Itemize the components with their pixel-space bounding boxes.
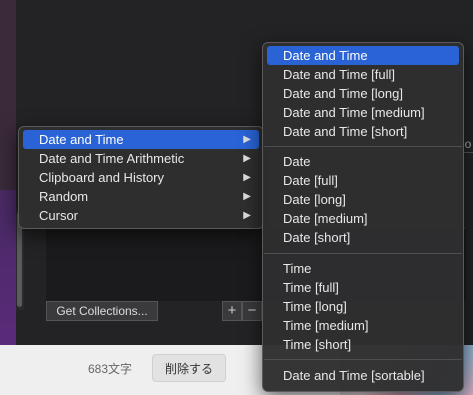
submenu-item-time-full[interactable]: Time [full]	[267, 278, 459, 297]
delete-button[interactable]: 削除する	[152, 354, 226, 382]
menu-separator	[264, 359, 462, 360]
submenu-item-time-medium[interactable]: Time [medium]	[267, 316, 459, 335]
menu-item-cursor[interactable]: Cursor ▶	[23, 206, 259, 225]
submenu-item-date-full[interactable]: Date [full]	[267, 171, 459, 190]
submenu-item-date-long[interactable]: Date [long]	[267, 190, 459, 209]
submenu-arrow-icon: ▶	[243, 134, 251, 145]
menu-item-clipboard-and-history[interactable]: Clipboard and History ▶	[23, 168, 259, 187]
menu-item-label: Date and Time Arithmetic	[39, 151, 185, 166]
submenu-arrow-icon: ▶	[243, 172, 251, 183]
submenu-item-date-short[interactable]: Date [short]	[267, 228, 459, 247]
submenu-item-date-and-time-short[interactable]: Date and Time [short]	[267, 122, 459, 141]
menu-item-label: Cursor	[39, 208, 79, 223]
submenu-item-date-and-time-long[interactable]: Date and Time [long]	[267, 84, 459, 103]
submenu-arrow-icon: ▶	[243, 210, 251, 221]
submenu-item-time-long[interactable]: Time [long]	[267, 297, 459, 316]
submenu-item-date-medium[interactable]: Date [medium]	[267, 209, 459, 228]
menu-separator	[264, 253, 462, 254]
submenu-item-date-and-time-sortable[interactable]: Date and Time [sortable]	[267, 366, 459, 385]
submenu-item-date[interactable]: Date	[267, 152, 459, 171]
background-left-strip-top	[0, 0, 16, 190]
submenu-item-time[interactable]: Time	[267, 259, 459, 278]
menu-item-label: Random	[39, 189, 89, 204]
menu-separator	[264, 146, 462, 147]
submenu-item-date-and-time-medium[interactable]: Date and Time [medium]	[267, 103, 459, 122]
submenu-arrow-icon: ▶	[243, 191, 251, 202]
submenu-item-date-and-time[interactable]: Date and Time	[267, 46, 459, 65]
submenu-item-time-short[interactable]: Time [short]	[267, 335, 459, 354]
remove-button[interactable]: −	[242, 301, 262, 321]
date-time-submenu: Date and Time Date and Time [full] Date …	[262, 42, 464, 392]
menu-item-label: Clipboard and History	[39, 170, 165, 185]
submenu-arrow-icon: ▶	[243, 153, 251, 164]
menu-item-label: Date and Time	[39, 132, 124, 147]
get-collections-button[interactable]: Get Collections...	[46, 301, 158, 321]
menu-item-random[interactable]: Random ▶	[23, 187, 259, 206]
submenu-item-date-and-time-full[interactable]: Date and Time [full]	[267, 65, 459, 84]
character-count: 683文字	[88, 362, 133, 376]
menu-item-date-and-time[interactable]: Date and Time ▶	[23, 130, 259, 149]
add-button[interactable]: +	[222, 301, 242, 321]
context-menu: Date and Time ▶ Date and Time Arithmetic…	[18, 126, 264, 229]
menu-item-date-and-time-arithmetic[interactable]: Date and Time Arithmetic ▶	[23, 149, 259, 168]
